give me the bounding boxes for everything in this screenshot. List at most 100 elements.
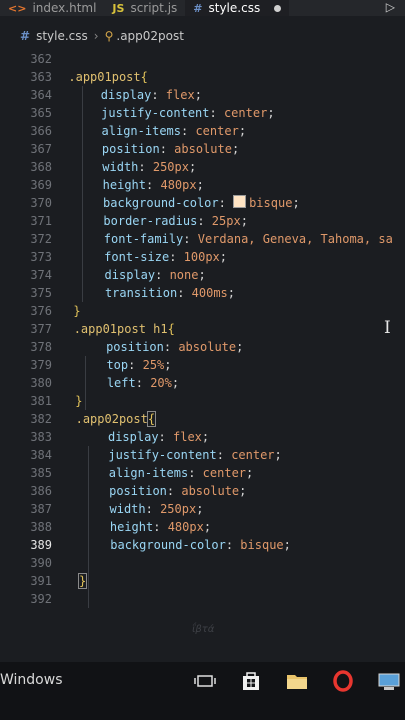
code-token: top xyxy=(106,358,129,372)
code-line[interactable]: 373 font-size: 100px; xyxy=(0,248,405,266)
code-token: height xyxy=(109,520,154,534)
code-line[interactable]: 362 xyxy=(0,50,405,68)
code-text: justify-content: center; xyxy=(108,446,281,464)
code-token: : xyxy=(135,376,151,390)
html-icon: <> xyxy=(8,1,27,15)
run-icon[interactable]: ▷ xyxy=(386,0,395,14)
tab-index-html[interactable]: <> index.html xyxy=(0,0,104,16)
code-line[interactable]: 368 width: 250px; xyxy=(0,158,405,176)
line-number: 364 xyxy=(30,88,52,102)
code-line[interactable]: 388 height: 480px; xyxy=(0,518,405,536)
code-token: : xyxy=(181,124,196,138)
code-text: position: absolute; xyxy=(102,140,239,158)
code-token: ; xyxy=(219,250,228,264)
code-token: font-family xyxy=(103,232,184,246)
code-token: ; xyxy=(240,214,248,228)
task-view-icon[interactable] xyxy=(192,670,218,692)
code-line[interactable]: 383 display: flex; xyxy=(0,428,405,446)
code-line[interactable]: 387 width: 250px; xyxy=(0,500,405,518)
code-line[interactable]: 377 .app01post h1{ xyxy=(0,320,405,338)
line-number: 384 xyxy=(30,448,52,462)
code-token: ; xyxy=(231,142,240,156)
code-token: ; xyxy=(194,88,202,102)
code-line[interactable]: 376} xyxy=(0,302,405,320)
code-line[interactable]: 363 .app01post{ xyxy=(0,68,405,86)
store-icon[interactable] xyxy=(238,670,264,692)
code-token: .app01post xyxy=(68,70,141,84)
code-token: : xyxy=(188,466,203,480)
line-number: 386 xyxy=(30,484,52,498)
code-line[interactable]: 382 .app02post{ xyxy=(0,410,405,428)
code-text: background-color: bisque; xyxy=(110,536,291,554)
code-token: ; xyxy=(236,340,244,354)
code-token: : xyxy=(183,232,198,246)
code-line[interactable]: 391} xyxy=(0,572,405,590)
code-line[interactable]: 380 left: 20%; xyxy=(0,374,405,392)
code-text: height: 480px; xyxy=(103,176,204,194)
color-swatch-icon[interactable] xyxy=(233,195,247,208)
code-token: align-items xyxy=(108,466,189,480)
code-text: position: absolute; xyxy=(106,338,243,356)
line-number: 371 xyxy=(30,214,52,228)
unsaved-dot-icon[interactable] xyxy=(274,4,282,12)
code-editor[interactable]: 362 363 .app01post{364 display: flex; 365 jus… xyxy=(0,50,405,662)
code-line[interactable]: 364 display: flex; xyxy=(0,86,405,104)
windows-taskbar: Windows xyxy=(0,662,405,720)
code-line[interactable]: 367 position: absolute; xyxy=(0,140,405,158)
breadcrumb-selector[interactable]: .app02post xyxy=(116,29,184,43)
code-text: width: 250px; xyxy=(110,500,204,518)
code-line[interactable]: 384 justify-content: center; xyxy=(0,446,405,464)
code-token: : xyxy=(138,160,153,174)
code-token: ; xyxy=(188,160,197,174)
code-text: .app02post{ xyxy=(76,410,157,428)
code-line[interactable]: 379 top: 25%; xyxy=(0,356,405,374)
line-number: 370 xyxy=(30,196,52,210)
code-token: height xyxy=(102,178,147,192)
code-line[interactable]: 370 background-color: bisque; xyxy=(0,194,405,212)
code-text: font-size: 100px; xyxy=(104,248,227,266)
editor-tab-bar: <> index.html JS script.js # style.css ▷ xyxy=(0,0,405,16)
code-line[interactable]: 374 display: none; xyxy=(0,266,405,284)
opera-icon[interactable] xyxy=(330,670,356,692)
code-line[interactable]: 389 background-color: bisque; xyxy=(0,536,405,554)
code-line[interactable]: 371 border-radius: 25px; xyxy=(0,212,405,230)
code-line[interactable]: 392 xyxy=(0,590,405,608)
code-token: center xyxy=(195,124,239,138)
code-token: 480px xyxy=(160,178,197,192)
tab-script-js[interactable]: JS script.js xyxy=(104,0,185,16)
code-line[interactable]: 369 height: 480px; xyxy=(0,176,405,194)
code-line[interactable]: 385 align-items: center; xyxy=(0,464,405,482)
code-token: : xyxy=(169,250,184,264)
line-number: 389 xyxy=(30,538,52,552)
js-icon: JS xyxy=(112,1,125,15)
code-token: absolute xyxy=(178,340,237,354)
code-line[interactable]: 390 xyxy=(0,554,405,572)
tab-style-css[interactable]: # style.css xyxy=(185,0,290,16)
code-text: top: 25%; xyxy=(106,356,171,374)
code-line[interactable]: 372 font-family: Verdana, Geneva, Tahoma,… xyxy=(0,230,405,248)
code-token: justify-content xyxy=(108,448,217,462)
code-line[interactable]: 381} xyxy=(0,392,405,410)
chevron-right-icon: › xyxy=(93,29,99,43)
code-line[interactable]: 375 transition: 400ms; xyxy=(0,284,405,302)
code-line[interactable]: 366 align-items: center; xyxy=(0,122,405,140)
code-token: : xyxy=(209,106,224,120)
code-token: 250px xyxy=(152,160,189,174)
breadcrumb-file[interactable]: style.css xyxy=(36,29,88,43)
line-number: 378 xyxy=(30,340,52,354)
code-token: align-items xyxy=(101,124,181,138)
code-token: : xyxy=(197,214,212,228)
line-number: 382 xyxy=(30,412,52,426)
code-token: flex xyxy=(173,430,202,444)
code-line[interactable]: 378 position: absolute; xyxy=(0,338,405,356)
computer-icon[interactable] xyxy=(376,670,402,692)
code-token: bisque xyxy=(240,538,284,552)
code-token: { xyxy=(146,411,157,427)
code-line[interactable]: 386 position: absolute; xyxy=(0,482,405,500)
code-line[interactable]: 365 justify-content: center; xyxy=(0,104,405,122)
code-token: ; xyxy=(198,268,206,282)
code-token: ; xyxy=(274,448,282,462)
file-explorer-icon[interactable] xyxy=(284,670,310,692)
code-text: height: 480px; xyxy=(110,518,211,536)
line-number: 381 xyxy=(30,394,52,408)
